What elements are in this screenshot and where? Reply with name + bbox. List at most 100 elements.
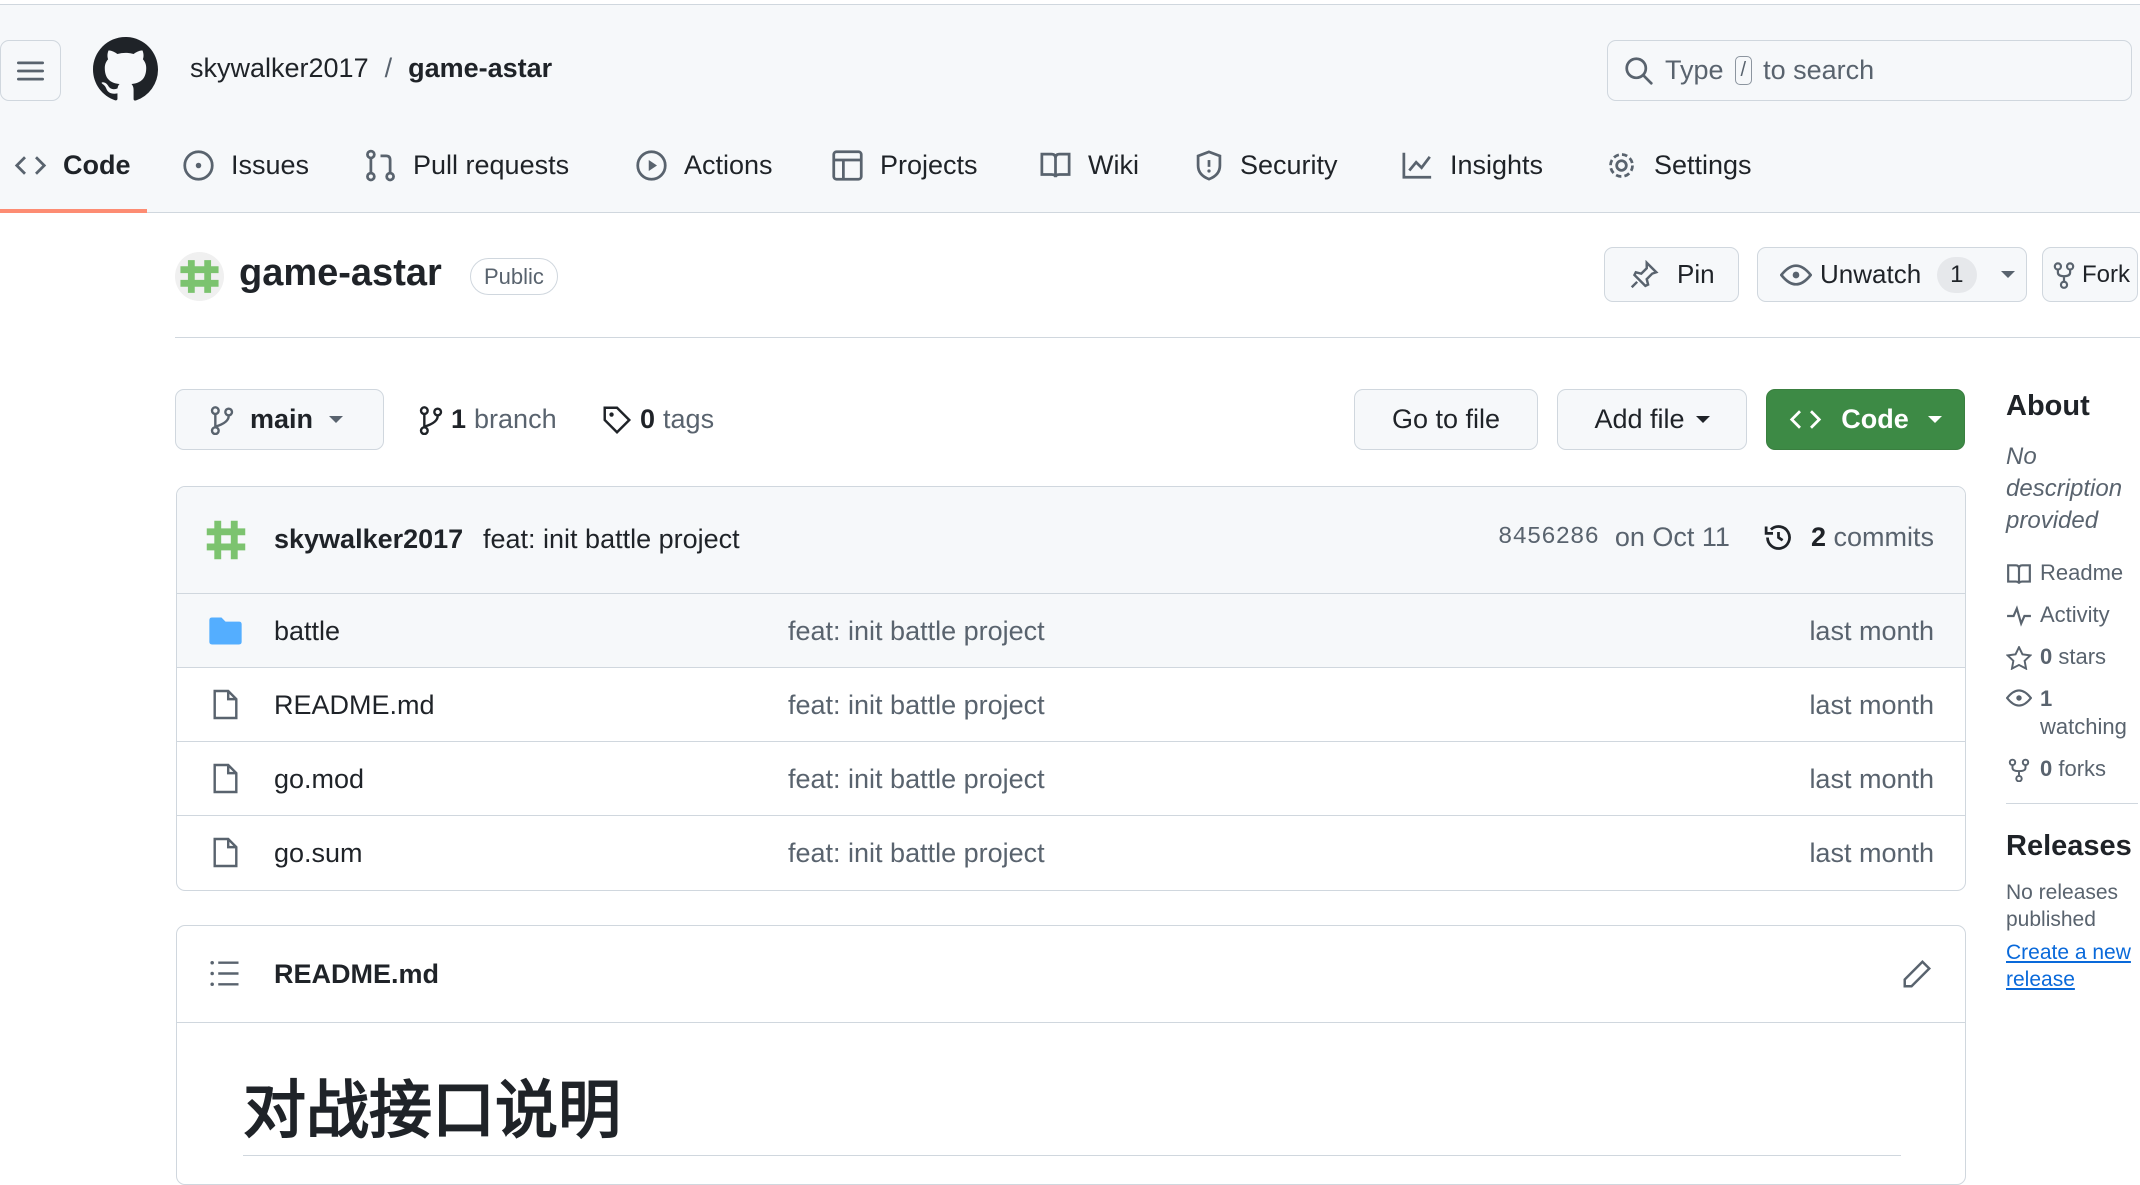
breadcrumb-separator: / bbox=[384, 53, 393, 83]
breadcrumb: skywalker2017 / game-astar bbox=[190, 53, 552, 84]
branch-icon bbox=[419, 405, 443, 435]
tab-security[interactable]: Security bbox=[1194, 143, 1338, 187]
owner-link[interactable]: skywalker2017 bbox=[190, 53, 369, 84]
issue-icon bbox=[182, 149, 215, 182]
divider bbox=[175, 337, 2140, 338]
tab-insights[interactable]: Insights bbox=[1401, 143, 1543, 187]
branch-label: branch bbox=[474, 404, 557, 434]
file-commit-message[interactable]: feat: init battle project bbox=[788, 690, 1045, 721]
activity-label: Activity bbox=[2040, 602, 2110, 627]
forks-count: 0 bbox=[2040, 756, 2053, 781]
tab-label: Wiki bbox=[1088, 149, 1139, 180]
file-name[interactable]: battle bbox=[274, 616, 340, 647]
file-commit-message[interactable]: feat: init battle project bbox=[788, 764, 1045, 795]
unwatch-button[interactable]: Unwatch 1 bbox=[1757, 247, 2027, 302]
file-date: last month bbox=[1809, 690, 1934, 720]
tab-label: Pull requests bbox=[413, 149, 570, 180]
readme-panel: README.md 对战接口说明 bbox=[176, 925, 1966, 1185]
file-commit-message[interactable]: feat: init battle project bbox=[788, 616, 1045, 647]
latest-commit-bar: skywalker2017 feat: init battle project … bbox=[177, 487, 1965, 593]
commit-message[interactable]: feat: init battle project bbox=[483, 524, 740, 555]
list-icon[interactable] bbox=[210, 960, 240, 987]
commit-count: 2 bbox=[1810, 522, 1826, 552]
file-name[interactable]: go.mod bbox=[274, 764, 364, 795]
fork-button[interactable]: Fork bbox=[2042, 247, 2138, 302]
repo-link[interactable]: game-astar bbox=[408, 53, 552, 84]
play-icon bbox=[635, 149, 668, 182]
commit-date: on Oct 11 bbox=[1614, 522, 1730, 552]
tab-pull-requests[interactable]: Pull requests bbox=[364, 143, 569, 187]
file-row[interactable]: battle feat: init battle project last mont… bbox=[177, 593, 1965, 667]
file-icon bbox=[213, 763, 238, 794]
pin-label: Pin bbox=[1677, 259, 1715, 289]
tab-settings[interactable]: Settings bbox=[1605, 143, 1752, 187]
tab-projects[interactable]: Projects bbox=[831, 143, 978, 187]
file-row[interactable]: go.sum feat: init battle project last mont… bbox=[177, 815, 1965, 889]
tab-issues[interactable]: Issues bbox=[182, 143, 309, 187]
tab-label: Insights bbox=[1450, 149, 1544, 180]
readme-filename[interactable]: README.md bbox=[274, 959, 439, 990]
chevron-down-icon bbox=[1695, 416, 1710, 423]
heading-divider bbox=[243, 1155, 1901, 1156]
about-heading: About bbox=[2006, 390, 2090, 422]
star-icon bbox=[2006, 646, 2032, 670]
tab-label: Projects bbox=[880, 149, 978, 180]
file-row[interactable]: go.mod feat: init battle project last mont… bbox=[177, 741, 1965, 815]
file-icon bbox=[213, 837, 238, 868]
tab-wiki[interactable]: Wiki bbox=[1039, 143, 1139, 187]
stars-count: 0 bbox=[2040, 644, 2053, 669]
commits-link[interactable]: 2 commits bbox=[1811, 522, 1934, 553]
readme-link[interactable]: Readme bbox=[2006, 559, 2138, 587]
search-icon bbox=[1625, 56, 1653, 85]
search-suffix: to search bbox=[1763, 55, 1875, 85]
menu-button[interactable] bbox=[0, 40, 61, 101]
eye-icon bbox=[1780, 263, 1812, 286]
fork-label: Fork bbox=[2082, 260, 2130, 288]
branch-icon bbox=[210, 405, 234, 435]
tab-code[interactable]: Code bbox=[14, 143, 131, 187]
pin-button[interactable]: Pin bbox=[1604, 247, 1739, 302]
author-avatar[interactable] bbox=[204, 518, 248, 562]
code-icon bbox=[14, 153, 47, 178]
about-sidebar: About No description provided Readme Act… bbox=[2006, 390, 2138, 993]
go-to-file-button[interactable]: Go to file bbox=[1354, 389, 1538, 450]
file-commit-message[interactable]: feat: init battle project bbox=[788, 838, 1045, 869]
visibility-badge: Public bbox=[470, 258, 558, 295]
releases-heading[interactable]: Releases bbox=[2006, 830, 2138, 863]
pull-request-icon bbox=[364, 149, 397, 182]
active-tab-underline bbox=[0, 209, 147, 213]
tab-label: Settings bbox=[1654, 149, 1752, 180]
chevron-down-icon bbox=[2000, 271, 2015, 278]
commit-author[interactable]: skywalker2017 bbox=[274, 524, 463, 555]
pulse-icon bbox=[2007, 605, 2031, 627]
pencil-icon[interactable] bbox=[1902, 959, 1932, 989]
search-input[interactable]: Type / to search bbox=[1607, 40, 2132, 101]
tags-link[interactable]: 0 tags bbox=[602, 404, 714, 435]
branch-select[interactable]: main bbox=[175, 389, 384, 450]
tab-actions[interactable]: Actions bbox=[635, 143, 773, 187]
divider bbox=[2006, 803, 2138, 804]
branches-link[interactable]: 1 branch bbox=[419, 404, 557, 435]
stars-link[interactable]: 0 stars bbox=[2006, 643, 2138, 671]
add-file-button[interactable]: Add file bbox=[1557, 389, 1747, 450]
file-row[interactable]: README.md feat: init battle project last m… bbox=[177, 667, 1965, 741]
github-logo-icon[interactable] bbox=[93, 37, 158, 102]
commit-sha[interactable]: 8456286 bbox=[1498, 524, 1599, 551]
hamburger-icon bbox=[17, 61, 44, 80]
readme-heading: 对战接口说明 bbox=[243, 1076, 621, 1146]
file-name[interactable]: go.sum bbox=[274, 838, 363, 869]
create-release-link[interactable]: Create a new release bbox=[2006, 939, 2138, 993]
tag-icon bbox=[603, 406, 632, 434]
forks-link[interactable]: 0 forks bbox=[2006, 755, 2138, 783]
chevron-down-icon bbox=[329, 416, 344, 423]
watchers-link[interactable]: 1 watching bbox=[2006, 685, 2138, 741]
tag-label: tags bbox=[663, 404, 715, 434]
repo-title[interactable]: game-astar bbox=[239, 252, 442, 295]
stars-label: stars bbox=[2058, 644, 2107, 669]
activity-link[interactable]: Activity bbox=[2006, 601, 2138, 629]
fork-icon bbox=[2008, 758, 2030, 782]
file-name[interactable]: README.md bbox=[274, 690, 435, 721]
file-date: last month bbox=[1809, 838, 1934, 868]
file-icon bbox=[213, 689, 238, 720]
code-button[interactable]: Code bbox=[1766, 389, 1965, 450]
